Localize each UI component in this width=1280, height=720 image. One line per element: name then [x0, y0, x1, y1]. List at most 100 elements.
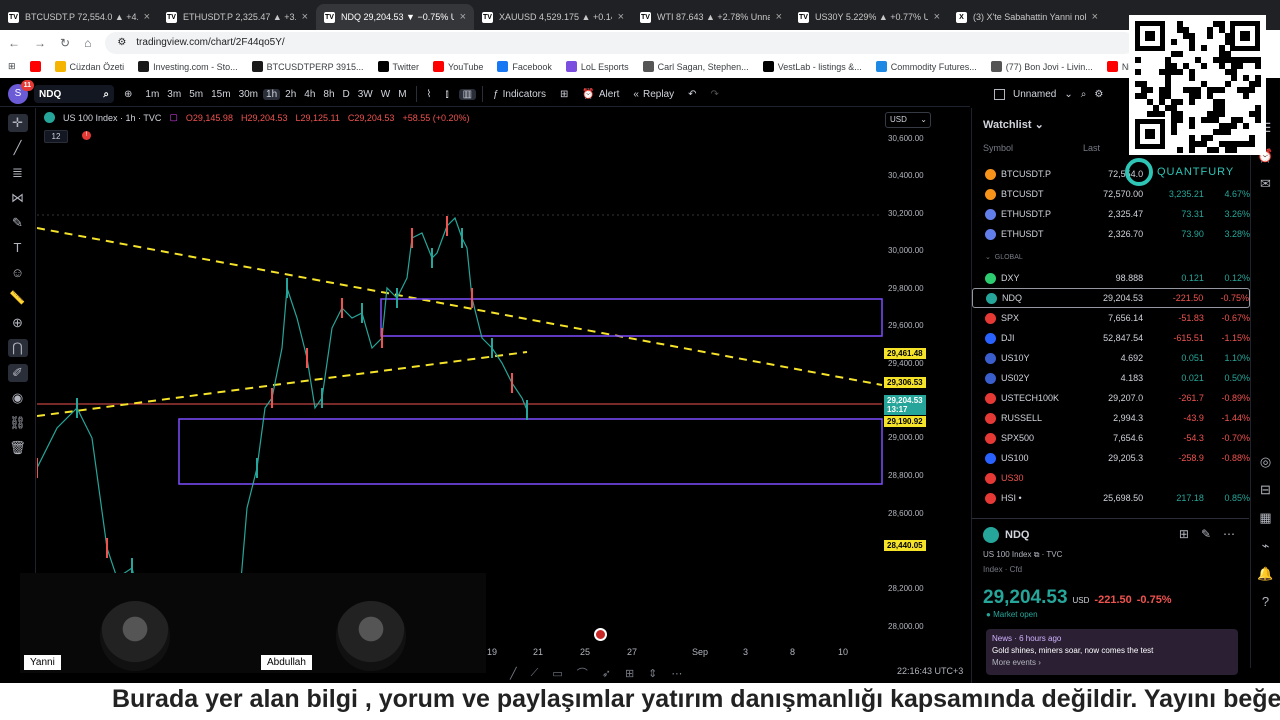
chart-clock[interactable]: 22:16:43 UTC+3 [897, 666, 963, 676]
bookmark-item[interactable]: Investing.com - Sto... [138, 61, 238, 72]
alert-dot-icon[interactable]: ! [82, 131, 91, 140]
watchlist-row[interactable]: US02Y 4.183 0.021 0.50% [972, 368, 1250, 388]
bar-type-icon[interactable]: ⫾ [441, 89, 452, 100]
browser-tab[interactable]: TV WTI 87.643 ▲ +2.78% Unname × [632, 4, 790, 30]
browser-tab[interactable]: TV US30Y 5.229% ▲ +0.77% Unna × [790, 4, 948, 30]
layouts-icon[interactable]: ⊞ [556, 89, 572, 100]
browser-tab[interactable]: X (3) X'te Sabahattin Yanni nokta × [948, 4, 1106, 30]
stream-icon[interactable]: ⌁ [1262, 538, 1270, 554]
close-tab-icon[interactable]: × [1092, 11, 1098, 23]
timeframe-3W[interactable]: 3W [355, 89, 376, 100]
layout-checkbox-icon[interactable] [994, 89, 1005, 100]
bookmark-item[interactable]: Facebook [497, 61, 552, 72]
chat-icon[interactable]: ✉ [1260, 176, 1271, 192]
user-avatar[interactable]: S 11 [8, 80, 34, 104]
undo-icon[interactable]: ↶ [684, 89, 700, 100]
rect-tool-icon[interactable]: ▭ [552, 667, 562, 680]
watchlist-row[interactable]: SPX500 7,654.6 -54.3 -0.70% [972, 428, 1250, 448]
timeframe-15m[interactable]: 15m [208, 89, 233, 100]
detail-name[interactable]: US 100 Index [983, 550, 1031, 559]
grid-icon[interactable]: ⊞ [1179, 527, 1189, 541]
watchlist-row[interactable]: USTECH100K 29,207.0 -261.7 -0.89% [972, 388, 1250, 408]
ruler-icon[interactable]: 📏 [8, 289, 28, 307]
flag-icon[interactable]: ▢ [169, 112, 178, 123]
eye-icon[interactable]: ◉ [8, 389, 28, 407]
redo-icon[interactable]: ↷ [707, 89, 723, 100]
timeframe-D[interactable]: D [340, 89, 353, 100]
bookmark-item[interactable]: Cüzdan Özeti [54, 61, 124, 72]
close-tab-icon[interactable]: × [144, 11, 150, 23]
watchlist-row[interactable]: NDQ 29,204.53 -221.50 -0.75% [972, 288, 1250, 308]
legend-title[interactable]: US 100 Index · 1h · TVC [63, 113, 161, 123]
arrow-tool-icon[interactable]: ➶ [602, 667, 611, 680]
layout-name[interactable]: Unnamed [1013, 89, 1056, 100]
crosshair-icon[interactable]: ✛ [7, 114, 28, 132]
bookmark-item[interactable]: Carl Sagan, Stephen... [642, 61, 749, 72]
watchlist-row[interactable]: ETHUSDT.P 2,325.47 73.31 3.26% [972, 204, 1250, 224]
fib-icon[interactable]: ≣ [8, 164, 28, 182]
calendar-icon[interactable]: ▦ [1259, 510, 1271, 526]
pattern-icon[interactable]: ⋈ [8, 189, 28, 207]
brush-icon[interactable]: ✎ [8, 214, 28, 232]
watchlist-row[interactable]: RUSSELL 2,994.3 -43.9 -1.44% [972, 408, 1250, 428]
col-last[interactable]: Last [1083, 143, 1100, 153]
screener-icon[interactable]: ⊟ [1260, 482, 1271, 498]
alert-button[interactable]: ⏰ Alert [578, 89, 623, 100]
news-card[interactable]: News · 6 hours ago Gold shines, miners s… [986, 629, 1238, 675]
group-header-global[interactable]: ⌄ GLOBAL [985, 253, 1023, 261]
settings-icon[interactable]: ⚙ [1094, 89, 1103, 100]
measure-tool-icon[interactable]: ⇕ [648, 667, 657, 680]
bookmark-item[interactable]: (77) Bon Jovi - Livin... [990, 61, 1093, 72]
edit-icon[interactable]: ✎ [1201, 527, 1211, 541]
help-icon[interactable]: ? [1262, 594, 1269, 609]
apps-grid-icon[interactable]: ⊞ [8, 61, 16, 72]
watchlist-row[interactable]: HSI • 25,698.50 217.18 0.85% [972, 488, 1250, 508]
watchlist-row[interactable]: DJI 52,847.54 -615.51 -1.15% [972, 328, 1250, 348]
compare-icon[interactable]: ⊕ [120, 89, 136, 100]
back-icon[interactable]: ← [8, 36, 20, 50]
line-tool-icon[interactable]: ╱ [510, 667, 517, 680]
more-icon[interactable]: ⋯ [1223, 527, 1235, 541]
close-tab-icon[interactable]: × [460, 11, 466, 23]
watchlist-row[interactable]: US10Y 4.692 0.051 1.10% [972, 348, 1250, 368]
external-link-icon[interactable]: ⧉ [1034, 550, 1040, 559]
close-tab-icon[interactable]: × [302, 11, 308, 23]
timeframe-5m[interactable]: 5m [186, 89, 206, 100]
reload-icon[interactable]: ↻ [60, 36, 70, 50]
symbol-search[interactable]: NDQ ⌕ [34, 85, 114, 103]
close-tab-icon[interactable]: × [934, 11, 940, 23]
indicators-button[interactable]: ƒ Indicators [489, 89, 550, 100]
home-icon[interactable]: ⌂ [84, 36, 91, 50]
quick-search-icon[interactable]: ⌕ [1081, 89, 1087, 100]
browser-tab[interactable]: TV NDQ 29,204.53 ▼ −0.75% Unn × [316, 4, 474, 30]
table-tool-icon[interactable]: ⊞ [625, 667, 634, 680]
currency-select[interactable]: USD ⌄ [885, 112, 931, 128]
bookmark-item[interactable]: LoL Esports [565, 61, 629, 72]
bookmark-item[interactable] [29, 61, 41, 72]
timeframe-30m[interactable]: 30m [236, 89, 261, 100]
timeframe-2h[interactable]: 2h [282, 89, 299, 100]
trash-icon[interactable]: 🗑 [8, 439, 28, 457]
forward-icon[interactable]: → [34, 36, 46, 50]
chart-type-icon[interactable]: ⌇ [423, 89, 436, 100]
chevron-down-icon[interactable]: ⌄ [1035, 119, 1044, 131]
candles-icon[interactable]: ▥ [458, 88, 477, 100]
chevron-down-icon[interactable]: ⌄ [1064, 89, 1072, 100]
emoji-icon[interactable]: ☺ [8, 264, 28, 282]
url-field[interactable]: ⚙ tradingview.com/chart/2F44qo5Y/ [105, 31, 1136, 54]
site-info-icon[interactable]: ⚙ [117, 37, 126, 48]
bookmark-item[interactable]: BTCUSDTPERP 3915... [251, 61, 364, 72]
us-flag-icon[interactable] [594, 628, 607, 641]
browser-tab[interactable]: TV ETHUSDT.P 2,325.47 ▲ +3.26% × [158, 4, 316, 30]
timeframe-3m[interactable]: 3m [164, 89, 184, 100]
magnet-icon[interactable]: ⋂ [7, 339, 28, 357]
chart-canvas[interactable] [36, 108, 970, 643]
timeframe-M[interactable]: M [395, 89, 409, 100]
path-tool-icon[interactable]: ⌒ [577, 665, 588, 681]
timeframe-1m[interactable]: 1m [142, 89, 162, 100]
watchlist-title[interactable]: Watchlist [983, 119, 1032, 131]
trendline-icon[interactable]: ╱ [8, 139, 28, 157]
bookmark-item[interactable]: Commodity Futures... [875, 61, 977, 72]
ray-tool-icon[interactable]: ⟋ [531, 667, 539, 680]
browser-tab[interactable]: TV BTCUSDT.P 72,554.0 ▲ +4.68% × [0, 4, 158, 30]
